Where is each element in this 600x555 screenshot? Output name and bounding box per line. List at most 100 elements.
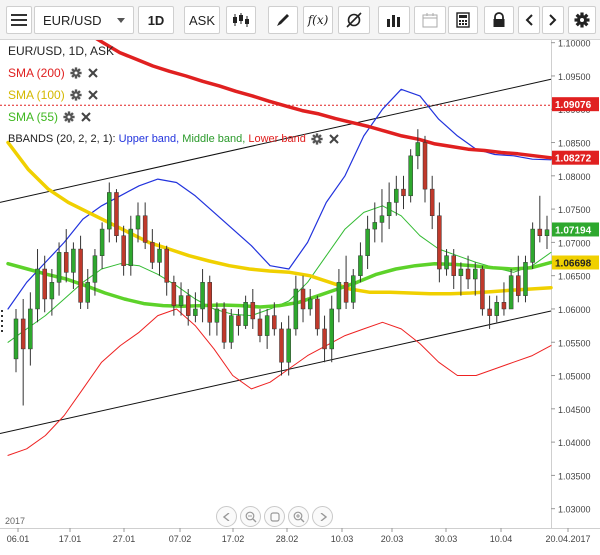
candle-down xyxy=(315,298,320,330)
calculator-button[interactable] xyxy=(448,6,478,34)
candle-down xyxy=(516,275,521,296)
channel-line xyxy=(0,310,552,434)
candle-up xyxy=(85,282,91,303)
settings-button[interactable] xyxy=(568,6,596,34)
candle-down xyxy=(501,302,507,310)
price-side-label: ASK xyxy=(188,12,215,28)
bar-chart-icon xyxy=(387,15,400,27)
candle-up xyxy=(28,308,33,350)
nav-left-button[interactable] xyxy=(216,506,237,527)
zoom-out-button[interactable] xyxy=(240,506,261,527)
x-tick-label: 30.03 xyxy=(435,534,458,544)
gear-icon[interactable] xyxy=(63,111,75,123)
legend-sma200: SMA (200) xyxy=(8,66,99,80)
candle-up xyxy=(200,282,205,310)
chart-area[interactable]: 1.100001.095001.090001.085001.080001.075… xyxy=(0,40,600,555)
legend-sma55-label: SMA (55) xyxy=(8,110,59,124)
triangle-right-icon xyxy=(320,512,327,521)
nav-right-button[interactable] xyxy=(312,506,333,527)
y-tick-label: 1.04000 xyxy=(558,438,591,448)
candle-up xyxy=(264,315,270,336)
legend-sma200-label: SMA (200) xyxy=(8,66,65,80)
chevron-down-icon xyxy=(117,17,125,23)
candlestick-icon xyxy=(233,13,249,27)
close-icon[interactable] xyxy=(328,133,340,145)
y-tick-label: 1.07000 xyxy=(558,238,591,248)
price-side-button[interactable]: ASK xyxy=(184,6,220,34)
volume-button[interactable] xyxy=(378,6,410,34)
chart-title-text: EUR/USD, 1D, ASK xyxy=(8,44,115,58)
candle-up xyxy=(394,188,399,203)
reset-view-button[interactable] xyxy=(264,506,285,527)
candle-up xyxy=(71,248,76,273)
candle-up xyxy=(415,142,421,157)
candle-up xyxy=(128,228,134,266)
y-tick-label: 1.07500 xyxy=(558,205,591,215)
calendar-button[interactable] xyxy=(414,6,446,34)
candle-up xyxy=(99,228,105,256)
candle-up xyxy=(307,298,313,310)
year-label: 2017 xyxy=(5,516,25,526)
y-tick-label: 1.05000 xyxy=(558,372,591,382)
candle-up xyxy=(508,275,514,310)
candle-down xyxy=(437,215,442,270)
candle-down xyxy=(465,268,471,280)
y-tick-label: 1.03000 xyxy=(558,505,591,515)
candle-up xyxy=(329,308,334,350)
candle-up xyxy=(193,308,198,316)
zoom-out-icon xyxy=(245,511,256,522)
candle-down xyxy=(171,282,177,306)
sma55-value-tag: 1.06698 xyxy=(555,258,592,269)
scroll-right-button[interactable] xyxy=(542,6,564,34)
candle-up xyxy=(379,215,385,223)
candle-down xyxy=(300,288,306,310)
chart-type-button[interactable] xyxy=(226,6,256,34)
chevron-left-icon xyxy=(525,14,533,26)
y-tick-label: 1.05500 xyxy=(558,338,591,348)
calendar-icon xyxy=(422,13,438,28)
timeframe-button[interactable]: 1D xyxy=(138,6,174,34)
legend-bbands: BBANDS (20, 2, 2, 1): Upper band, Middle… xyxy=(8,133,340,145)
legend-bbands-prefix: BBANDS (20, 2, 2, 1): xyxy=(8,133,116,145)
candle-down xyxy=(343,282,349,303)
close-icon[interactable] xyxy=(87,67,99,79)
x-tick-label: 28.02 xyxy=(276,534,299,544)
legend-sma100-label: SMA (100) xyxy=(8,88,65,102)
close-icon[interactable] xyxy=(87,89,99,101)
candle-up xyxy=(365,228,370,256)
gear-icon[interactable] xyxy=(311,133,323,145)
y-tick-label: 1.04500 xyxy=(558,405,591,415)
hamburger-icon xyxy=(11,14,27,26)
lock-button[interactable] xyxy=(484,6,514,34)
candle-down xyxy=(185,295,191,316)
gear-icon[interactable] xyxy=(70,89,82,101)
scroll-left-button[interactable] xyxy=(518,6,540,34)
indicators-button[interactable]: f(x) xyxy=(303,6,333,34)
x-tick-label: 20.03 xyxy=(381,534,404,544)
zoom-in-button[interactable] xyxy=(288,506,309,527)
x-tick-label: 06.01 xyxy=(7,534,30,544)
candle-up xyxy=(107,192,112,230)
y-tick-label: 1.06500 xyxy=(558,272,591,282)
candle-up xyxy=(56,252,62,283)
close-price-tag: 1.07194 xyxy=(555,225,592,236)
candle-down xyxy=(451,255,456,276)
symbol-selector[interactable]: EUR/USD xyxy=(34,6,134,34)
candle-up xyxy=(92,255,98,283)
legend-bbands-lower: Lower band xyxy=(248,133,306,145)
navigation-bar xyxy=(216,506,333,527)
compare-button[interactable] xyxy=(338,6,370,34)
chevron-right-icon xyxy=(549,14,557,26)
candle-down xyxy=(537,228,543,236)
gear-icon[interactable] xyxy=(70,67,82,79)
triangle-left-icon xyxy=(222,512,229,521)
close-icon[interactable] xyxy=(80,111,92,123)
legend-sma55: SMA (55) xyxy=(8,110,92,124)
candle-down xyxy=(257,318,263,336)
draw-tool-button[interactable] xyxy=(268,6,298,34)
menu-button[interactable] xyxy=(6,6,32,34)
fx-label: f(x) xyxy=(307,13,329,27)
candle-up xyxy=(523,262,528,296)
candle-down xyxy=(63,252,69,273)
candle-down xyxy=(322,328,327,350)
